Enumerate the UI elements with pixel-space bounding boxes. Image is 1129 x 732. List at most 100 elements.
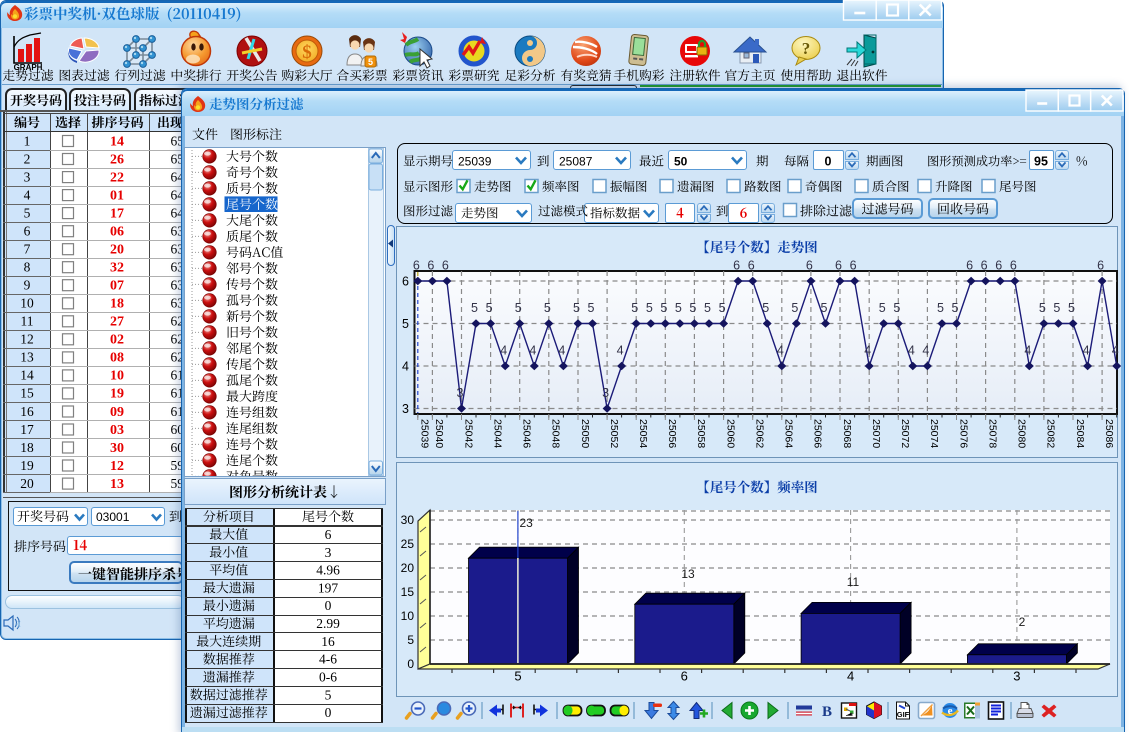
svg-text:5: 5 — [631, 301, 638, 315]
svg-text:5: 5 — [952, 301, 959, 315]
svg-text:5: 5 — [937, 301, 944, 315]
svg-text:4: 4 — [500, 344, 507, 358]
svg-text:5: 5 — [879, 301, 886, 315]
svg-text:4: 4 — [617, 344, 624, 358]
svg-text:2: 2 — [1019, 615, 1026, 629]
svg-text:4: 4 — [558, 344, 565, 358]
svg-text:6: 6 — [966, 259, 973, 273]
svg-text:25082: 25082 — [1045, 419, 1057, 448]
svg-text:6: 6 — [681, 669, 688, 684]
svg-text:25087: 25087 — [559, 155, 593, 169]
svg-text:25064: 25064 — [783, 419, 795, 448]
svg-text:25042: 25042 — [462, 419, 474, 448]
svg-text:6: 6 — [413, 259, 420, 273]
svg-text:5: 5 — [402, 317, 409, 331]
svg-text:6: 6 — [850, 259, 857, 273]
svg-text:5: 5 — [660, 301, 667, 315]
svg-text:4: 4 — [402, 360, 409, 374]
svg-text:6: 6 — [748, 259, 755, 273]
svg-text:6: 6 — [733, 259, 740, 273]
svg-text:25058: 25058 — [695, 419, 707, 448]
svg-text:5: 5 — [821, 301, 828, 315]
svg-text:4.96: 4.96 — [316, 563, 340, 578]
svg-text:6: 6 — [995, 259, 1002, 273]
svg-text:25080: 25080 — [1016, 419, 1028, 448]
svg-text:3: 3 — [1013, 669, 1020, 684]
svg-text:13: 13 — [681, 567, 695, 581]
svg-text:4: 4 — [1024, 344, 1031, 358]
svg-text:4: 4 — [847, 669, 854, 684]
svg-text:5: 5 — [1053, 301, 1060, 315]
svg-text:25086: 25086 — [1103, 419, 1115, 448]
svg-text:4: 4 — [777, 344, 784, 358]
svg-text:25078: 25078 — [986, 419, 998, 448]
svg-text:B: B — [822, 704, 832, 720]
svg-text:95: 95 — [1034, 155, 1048, 169]
svg-text:4: 4 — [908, 344, 915, 358]
svg-text:0-6: 0-6 — [319, 670, 337, 685]
svg-text:5: 5 — [514, 669, 521, 684]
svg-text:25084: 25084 — [1074, 419, 1086, 448]
svg-text:5: 5 — [544, 301, 551, 315]
svg-text:10: 10 — [401, 609, 415, 623]
svg-text:5: 5 — [325, 687, 332, 702]
svg-text:25074: 25074 — [928, 419, 940, 448]
svg-text:25068: 25068 — [841, 419, 853, 448]
svg-text:6: 6 — [402, 275, 409, 289]
svg-text:GIF: GIF — [897, 710, 910, 719]
svg-text:5: 5 — [1068, 301, 1075, 315]
svg-text:5: 5 — [471, 301, 478, 315]
svg-text:5: 5 — [573, 301, 580, 315]
svg-text:0: 0 — [325, 598, 332, 613]
svg-text:25039: 25039 — [419, 419, 431, 448]
svg-text:23: 23 — [520, 516, 534, 530]
svg-text:15: 15 — [401, 585, 415, 599]
svg-text:5: 5 — [515, 301, 522, 315]
svg-text:25040: 25040 — [433, 419, 445, 448]
svg-text:2.99: 2.99 — [316, 616, 340, 631]
svg-text:5: 5 — [719, 301, 726, 315]
svg-text:4-6: 4-6 — [319, 652, 337, 667]
svg-text:5: 5 — [762, 301, 769, 315]
svg-text:25048: 25048 — [550, 419, 562, 448]
svg-text:30: 30 — [401, 513, 415, 527]
svg-text:5: 5 — [893, 301, 900, 315]
svg-text:e: e — [948, 705, 953, 717]
svg-text:5: 5 — [704, 301, 711, 315]
svg-text:25044: 25044 — [491, 419, 503, 448]
svg-text:197: 197 — [318, 580, 339, 595]
svg-text:25046: 25046 — [521, 419, 533, 448]
svg-text:25072: 25072 — [899, 419, 911, 448]
svg-text:5: 5 — [486, 301, 493, 315]
svg-text:5: 5 — [1039, 301, 1046, 315]
svg-text:0: 0 — [825, 155, 832, 169]
svg-text:5: 5 — [675, 301, 682, 315]
svg-text:3: 3 — [457, 386, 464, 400]
svg-text:3: 3 — [602, 386, 609, 400]
svg-text:5: 5 — [689, 301, 696, 315]
svg-text:25: 25 — [401, 537, 415, 551]
svg-text:25060: 25060 — [724, 419, 736, 448]
svg-text:5: 5 — [588, 301, 595, 315]
svg-text:5: 5 — [646, 301, 653, 315]
svg-text:25056: 25056 — [666, 419, 678, 448]
svg-text:11: 11 — [847, 575, 860, 589]
svg-text:25066: 25066 — [812, 419, 824, 448]
svg-text:4: 4 — [1112, 344, 1119, 358]
svg-text:25076: 25076 — [957, 419, 969, 448]
svg-text:6: 6 — [325, 527, 332, 542]
svg-text:0: 0 — [407, 657, 414, 671]
svg-text:25050: 25050 — [579, 419, 591, 448]
svg-text:50: 50 — [674, 155, 688, 169]
svg-text:6: 6 — [1097, 259, 1104, 273]
svg-text:5: 5 — [407, 633, 414, 647]
svg-text:4: 4 — [864, 344, 871, 358]
svg-text:6: 6 — [442, 259, 449, 273]
svg-text:16: 16 — [321, 634, 335, 649]
svg-text:25070: 25070 — [870, 419, 882, 448]
svg-text:25039: 25039 — [458, 155, 492, 169]
svg-text:6: 6 — [981, 259, 988, 273]
svg-text:6: 6 — [1010, 259, 1017, 273]
svg-text:25054: 25054 — [637, 419, 649, 448]
svg-text:4: 4 — [529, 344, 536, 358]
